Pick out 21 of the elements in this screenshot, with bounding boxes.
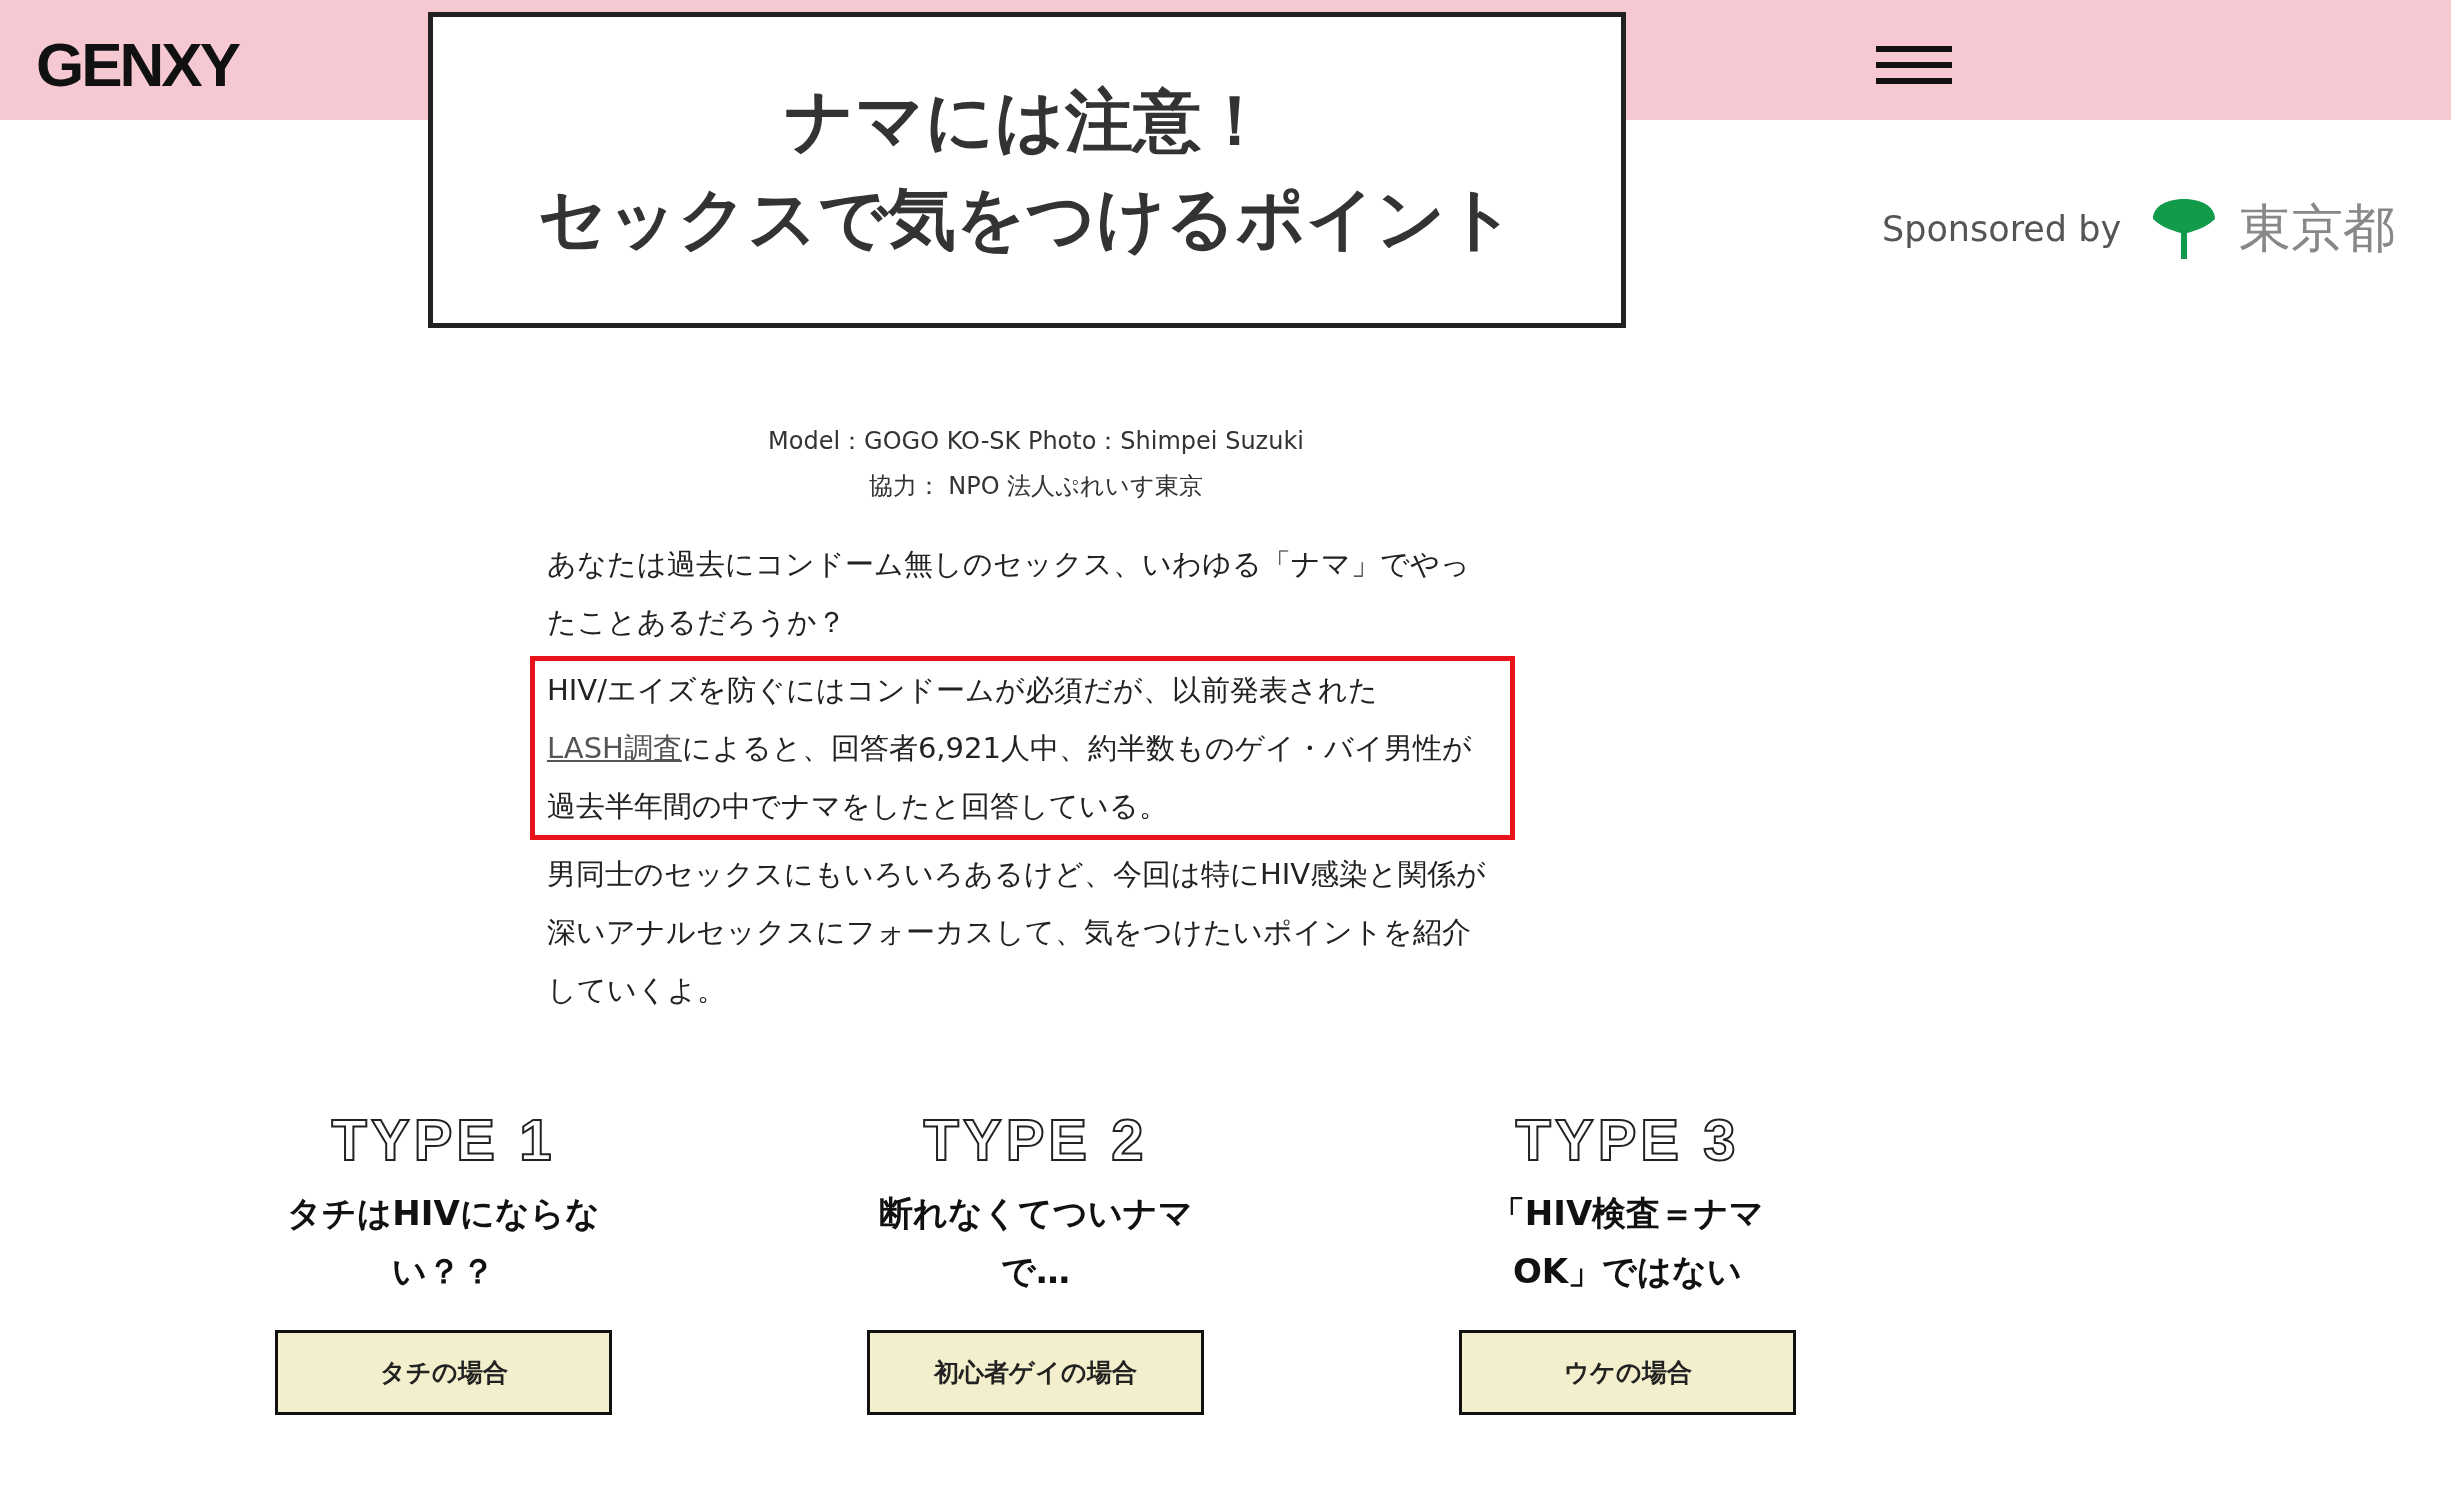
title-text: ナマには注意！ xyxy=(785,81,1269,160)
sponsor-label: Sponsored by xyxy=(1882,209,2122,249)
type-heading: TYPE 3 xyxy=(1514,1108,1741,1173)
case-button[interactable]: ウケの場合 xyxy=(1459,1330,1796,1416)
case-button[interactable]: 初心者ゲイの場合 xyxy=(867,1330,1204,1416)
case-button[interactable]: タチの場合 xyxy=(275,1330,612,1416)
body-text: あなたは過去にコンドーム無しのセックス、いわゆる「ナマ」でやったことあるだろうか？ xyxy=(546,546,1471,642)
site-logo[interactable]: GENXY xyxy=(36,34,428,96)
type-title: 断れなくてついナマ で… xyxy=(877,1192,1194,1294)
credit-text: Model：GOGO KO-SK Photo：Shimpei Suzuki xyxy=(768,426,1304,457)
highlighted-paragraph: HIV/エイズを防ぐにはコンドームが必須だが、以前発表された LASH調査によると、回答者6,921人中、約半数ものゲイ・バイ男性が過去半年間の中でナマをしたと回答している。 xyxy=(530,656,1515,841)
body-text: 男同士のセックスにもいろいろあるけど、今回は特にHIV感染と関係が深いアナルセックスにフォーカスして、気をつけたいポイントを紹介していくよ。 xyxy=(546,856,1488,1010)
type-title: タチはHIVにならな い？？ xyxy=(286,1192,601,1294)
link[interactable]: LASH調査 xyxy=(547,731,682,766)
menu-icon[interactable] xyxy=(1876,46,1952,84)
type-title: 「HIV検査＝ナマ OK」ではない xyxy=(1489,1192,1766,1294)
credit-text: 協力： NPO 法人ぷれいす東京 xyxy=(868,471,1204,503)
sponsor-name: 東京都 xyxy=(2239,197,2396,260)
type-heading: TYPE 1 xyxy=(330,1108,557,1173)
title-text: セックスで気をつけるポイント xyxy=(538,180,1516,259)
type-heading: TYPE 2 xyxy=(922,1108,1149,1173)
